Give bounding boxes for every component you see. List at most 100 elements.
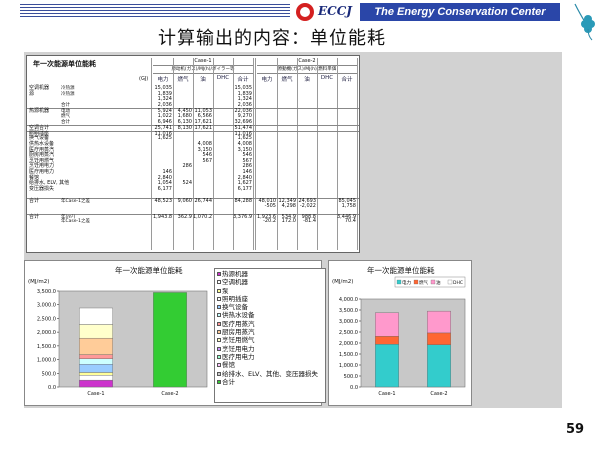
- bar-segment: [79, 375, 113, 381]
- x-tick-label: Case-1: [378, 391, 395, 397]
- row-sublabel: 冷热源: [61, 91, 75, 97]
- legend-entry: 供热水设备: [217, 311, 323, 319]
- table-cell: 1,758: [341, 203, 356, 209]
- logo-text: ECCJ: [318, 4, 352, 18]
- legend-entry: DHC: [453, 280, 463, 286]
- legend-label: 空调机器: [222, 278, 248, 287]
- column-header: 油: [304, 77, 310, 83]
- column-header: 燃气: [281, 77, 293, 83]
- table-row: 空调合计 25,741 8,130 17,621 51,474: [27, 125, 359, 131]
- column-header: DHC: [216, 75, 230, 81]
- table-row: 医疗用电力 146 146: [27, 170, 359, 175]
- y-axis-label: (MJ/m2): [28, 279, 49, 285]
- bar-segment: [79, 379, 113, 388]
- table-cell: 524: [182, 180, 192, 187]
- table-row: 1,324 1,324: [27, 97, 359, 102]
- table-row: 换气设备 1,625 1,625: [27, 136, 359, 141]
- bar-segment: [79, 324, 113, 339]
- header-bar: ECCJ The Energy Conservation Center Japa…: [0, 0, 600, 41]
- legend-swatch: [217, 313, 221, 318]
- legend-label: 厨房用蒸汽: [222, 328, 255, 337]
- table-row: 空调机器 冷热源 15,035 15,035: [27, 86, 359, 92]
- legend-swatch: [430, 279, 436, 285]
- legend-label: 医疗用电力: [222, 352, 255, 361]
- legend-entry: 给排水、ELV、其他、变压器损失: [217, 370, 323, 378]
- chart-by-use-legend: 热源机器 空调机器泵照明插座 换气设备 供热水设备 医疗用蒸汽 厨房用蒸汽 烹饪用燃气 烹饪用…: [214, 268, 326, 403]
- bar-segment: [427, 332, 451, 345]
- table-cell: 70.4: [344, 218, 356, 225]
- column-header: 合计: [237, 77, 249, 83]
- legend-entry: 电力: [402, 279, 411, 286]
- page-number: 59: [566, 422, 585, 437]
- legend-swatch: [217, 354, 221, 359]
- row-label: 源: [29, 90, 35, 97]
- bar-segment: [79, 337, 113, 355]
- y-axis-label: (MJ/m2): [332, 279, 353, 285]
- table-cell: -505: [264, 203, 276, 209]
- y-tick-label: 3,000.0: [37, 303, 56, 309]
- legend-label: 合计: [222, 377, 235, 386]
- table-row: 年Case-1之差 -20.2 172.0 -81.4 70.4: [27, 218, 359, 225]
- legend-label: 烹饪用电力: [222, 344, 255, 353]
- legend-entry: 医疗用蒸汽: [217, 320, 323, 328]
- column-header: 燃气: [177, 77, 189, 83]
- table-cell: 1,625: [157, 135, 172, 142]
- bar-segment: [79, 307, 113, 325]
- y-tick-label: 3,500.0: [37, 289, 56, 295]
- case2-header: Case-2: [257, 58, 357, 66]
- table-cell: 4,298: [281, 203, 296, 209]
- legend-entry: 空调机器: [217, 278, 323, 286]
- y-tick-label: 4,000.0: [339, 297, 358, 303]
- legend-label: 热源机器: [222, 270, 248, 278]
- legend-swatch: [217, 305, 221, 310]
- legend-swatch: [217, 288, 221, 293]
- bar-segment: [153, 292, 187, 388]
- table-row: 燃气 1,022 1,680 6,566 9,270: [27, 114, 359, 120]
- legend-swatch: [217, 338, 221, 343]
- y-tick-label: 2,000.0: [37, 330, 56, 336]
- table-row: 供热水设备 4,008 4,008: [27, 142, 359, 147]
- org-name-banner: The Energy Conservation Center Japan: [360, 3, 560, 36]
- bar-segment: [79, 364, 113, 373]
- clover-icon: [574, 3, 595, 41]
- legend-swatch: [217, 330, 221, 335]
- table-cell: -81.4: [303, 218, 316, 225]
- legend-label: 换气设备: [222, 303, 248, 312]
- x-tick-label: Case-2: [161, 391, 178, 397]
- column-header: DHC: [320, 75, 334, 81]
- table-row: 厨房用蒸汽 546 546: [27, 153, 359, 158]
- bar-segment: [79, 354, 113, 359]
- legend-entry: 厨房用蒸汽: [217, 328, 323, 336]
- table-row: 餐馆 2,840 2,840: [27, 175, 359, 181]
- legend-label: 烹饪用燃气: [222, 336, 255, 345]
- table-cell: 32,696: [234, 118, 253, 125]
- bar-segment: [375, 344, 399, 388]
- y-tick-label: 3,000.0: [339, 319, 358, 325]
- chart-by-fuel: 年一次能源单位能耗 (MJ/m2) 0.0 500.0 1,000.0 1,500.0 2,…: [328, 260, 472, 406]
- legend-entry: 油: [436, 279, 441, 286]
- column-header: 电力: [261, 77, 273, 83]
- legend-label: 供热水设备: [222, 311, 255, 320]
- table-row: 变压器损失 6,177 6,177: [27, 186, 359, 192]
- case2-subheader: 原動機(ガス)/MJ(h)/燃料単価: [257, 66, 357, 74]
- table-cell: 286: [182, 163, 192, 170]
- y-tick-label: 2,500.0: [339, 330, 358, 336]
- legend-swatch: [217, 321, 221, 326]
- row-sublabel: 年Case-1之差: [61, 219, 90, 225]
- page-title: 计算输出的内容：单位能耗: [158, 28, 386, 49]
- legend-swatch: [217, 296, 221, 301]
- bar-segment: [427, 310, 451, 334]
- chart-title: 年一次能源单位能耗: [115, 265, 183, 275]
- bar-segment: [427, 344, 451, 388]
- case1-subheader: 原动机(ガス)/MJ(h)/ボイラー等: [153, 66, 253, 74]
- legend-entry: 餐馆: [217, 361, 323, 369]
- table-cell: 2,036: [237, 101, 252, 108]
- y-tick-label: 0.0: [48, 385, 56, 391]
- y-tick-label: 1,500.0: [37, 344, 56, 350]
- table-cell: 2,036: [157, 101, 172, 108]
- legend-entry: 医疗用电力: [217, 353, 323, 361]
- row-sublabel: 燃气: [61, 114, 70, 119]
- legend-swatch: [413, 279, 419, 285]
- eccj-logo-icon: [296, 3, 314, 21]
- y-tick-label: 500.0: [344, 374, 358, 380]
